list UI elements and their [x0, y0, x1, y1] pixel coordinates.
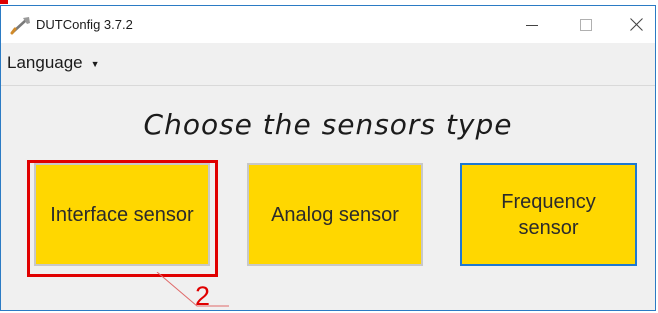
maximize-icon: [580, 18, 592, 31]
language-menu-label: Language: [7, 53, 83, 72]
app-window: DUTConfig 3.7.2 Language ▼ Choose the se…: [0, 5, 656, 311]
close-icon: [629, 18, 643, 31]
callout-number: 2: [195, 281, 211, 311]
language-menu[interactable]: Language ▼: [7, 53, 100, 73]
maximize-button[interactable]: [563, 6, 609, 43]
minimize-button[interactable]: [509, 6, 555, 43]
minimize-icon: [526, 24, 538, 26]
highlight-annotation-box: [27, 160, 218, 277]
frequency-sensor-label: Frequency sensor: [501, 190, 596, 239]
analog-sensor-button[interactable]: Analog sensor: [247, 163, 423, 266]
corner-annotation-mark: [0, 0, 8, 4]
page-heading: Choose the sensors type: [143, 108, 513, 141]
callout-line-icon: [156, 272, 229, 307]
window-title: DUTConfig 3.7.2: [36, 17, 133, 32]
analog-sensor-label: Analog sensor: [271, 203, 399, 226]
frequency-sensor-button[interactable]: Frequency sensor: [460, 163, 637, 266]
close-button[interactable]: [613, 6, 658, 43]
title-bar[interactable]: DUTConfig 3.7.2: [1, 6, 655, 43]
dropdown-arrow-icon: ▼: [90, 59, 100, 69]
menu-bar: Language ▼: [1, 43, 655, 86]
wrench-icon: [10, 16, 30, 34]
